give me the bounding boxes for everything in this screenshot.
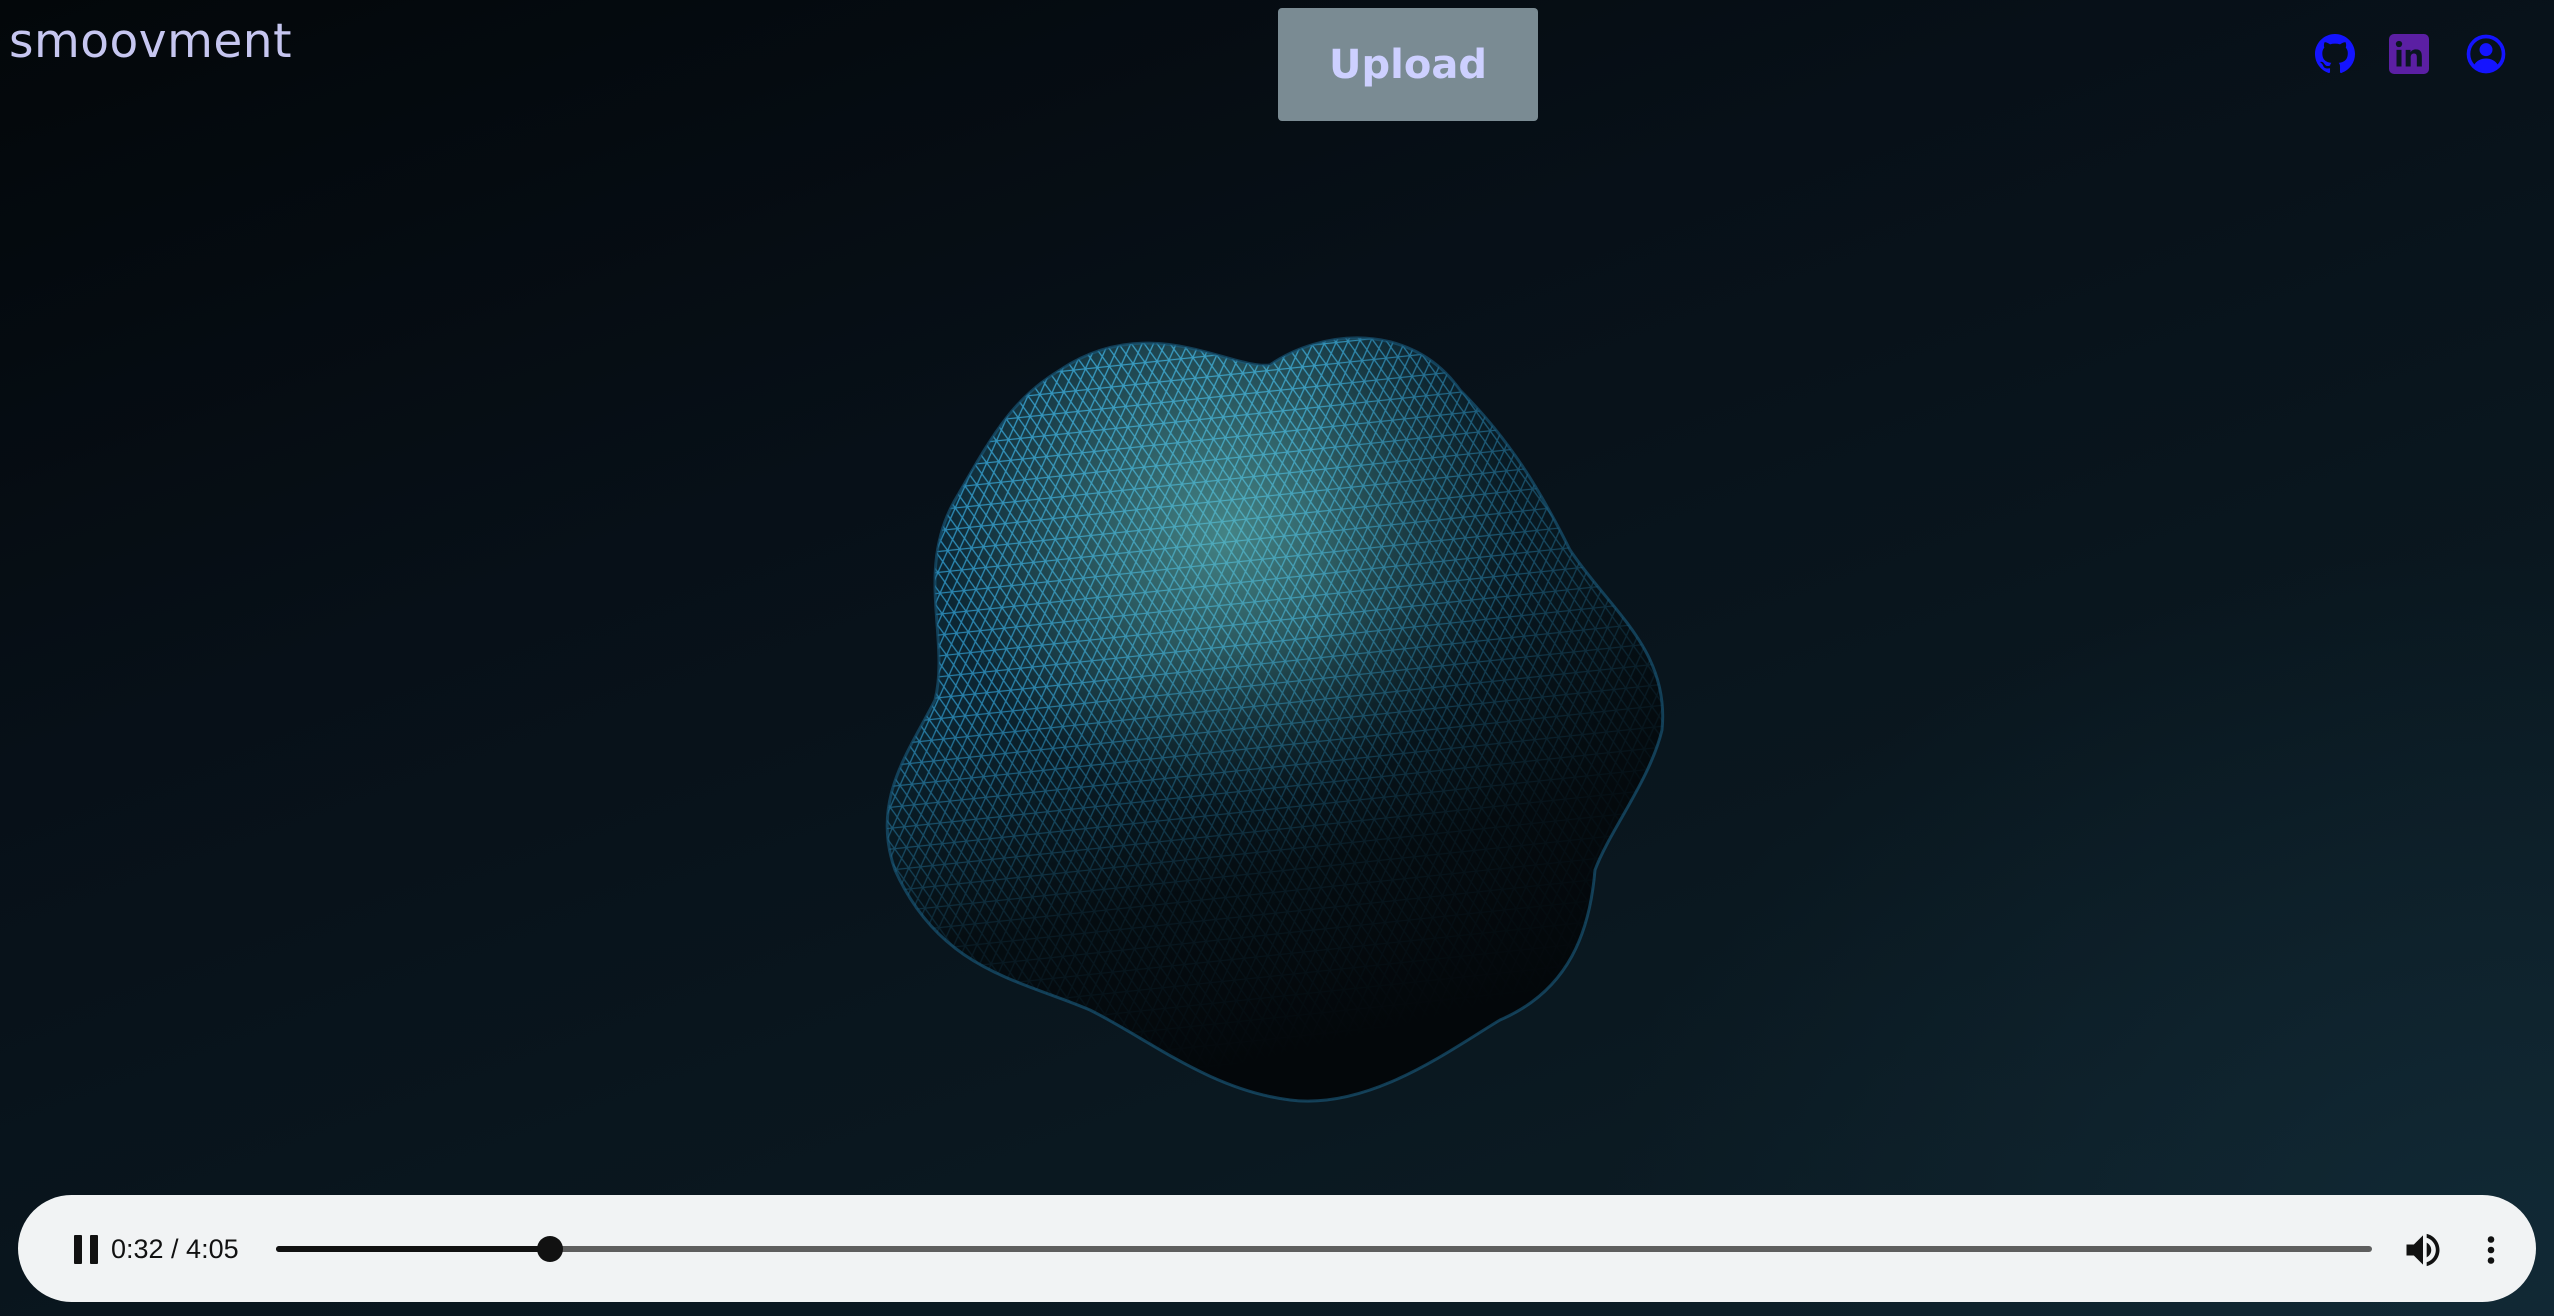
seek-slider[interactable] xyxy=(276,1236,2372,1262)
more-options-button[interactable] xyxy=(2473,1225,2509,1275)
audio-visualizer[interactable] xyxy=(850,310,1690,1110)
linkedin-icon xyxy=(2389,34,2429,74)
time-display: 0:32 / 4:05 xyxy=(111,1234,239,1264)
app-logo-text: smoovment xyxy=(9,14,293,69)
audio-player[interactable]: 0:32 / 4:05 xyxy=(18,1195,2536,1302)
pause-icon xyxy=(70,1234,102,1264)
account-icon xyxy=(2466,34,2506,74)
wireframe-blob-visual xyxy=(885,336,1665,1103)
seek-progress xyxy=(276,1246,550,1252)
github-link[interactable] xyxy=(2313,32,2357,76)
seek-thumb[interactable] xyxy=(536,1236,563,1262)
pause-button[interactable] xyxy=(54,1223,118,1275)
github-icon xyxy=(2315,34,2355,74)
more-vertical-icon xyxy=(2487,1236,2495,1264)
upload-button[interactable]: Upload xyxy=(1278,8,1538,121)
volume-button[interactable] xyxy=(2398,1225,2448,1275)
account-link[interactable] xyxy=(2464,32,2508,76)
linkedin-link[interactable] xyxy=(2387,32,2431,76)
volume-icon xyxy=(2406,1233,2440,1267)
